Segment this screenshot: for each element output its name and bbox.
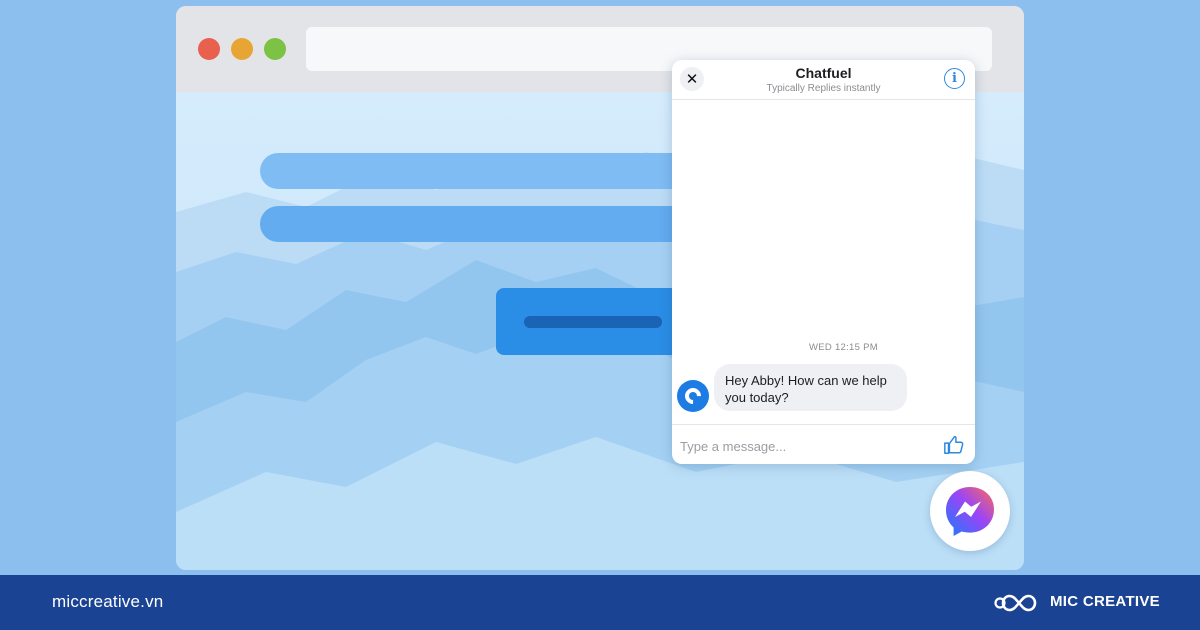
window-minimize-button[interactable] <box>231 38 253 60</box>
chat-title: Chatfuel <box>795 65 852 81</box>
footer-brand: MIC CREATIVE <box>1050 593 1160 610</box>
messenger-icon <box>946 487 994 536</box>
placeholder-button[interactable] <box>496 288 696 355</box>
thumbs-up-icon[interactable] <box>943 434 965 456</box>
messenger-button[interactable] <box>930 471 1010 551</box>
footer: miccreative.vn MIC CREATIVE <box>0 575 1200 630</box>
chatfuel-logo-icon <box>681 384 705 408</box>
placeholder-button-label <box>524 316 662 328</box>
bot-avatar <box>677 380 709 412</box>
mic-creative-logo-icon <box>994 594 1037 612</box>
message-composer <box>672 424 975 464</box>
info-icon[interactable]: i <box>944 68 965 89</box>
window-maximize-button[interactable] <box>264 38 286 60</box>
message-input[interactable] <box>680 435 920 457</box>
footer-website[interactable]: miccreative.vn <box>52 592 163 612</box>
chat-header: ✕ Chatfuel Typically Replies instantly i <box>672 60 975 100</box>
message-timestamp: WED 12:15 PM <box>808 342 879 353</box>
chat-widget: ✕ Chatfuel Typically Replies instantly i… <box>672 60 975 464</box>
window-close-button[interactable] <box>198 38 220 60</box>
chat-subtitle: Typically Replies instantly <box>766 83 881 94</box>
message-bubble: Hey Abby! How can we help you today? <box>714 364 907 411</box>
